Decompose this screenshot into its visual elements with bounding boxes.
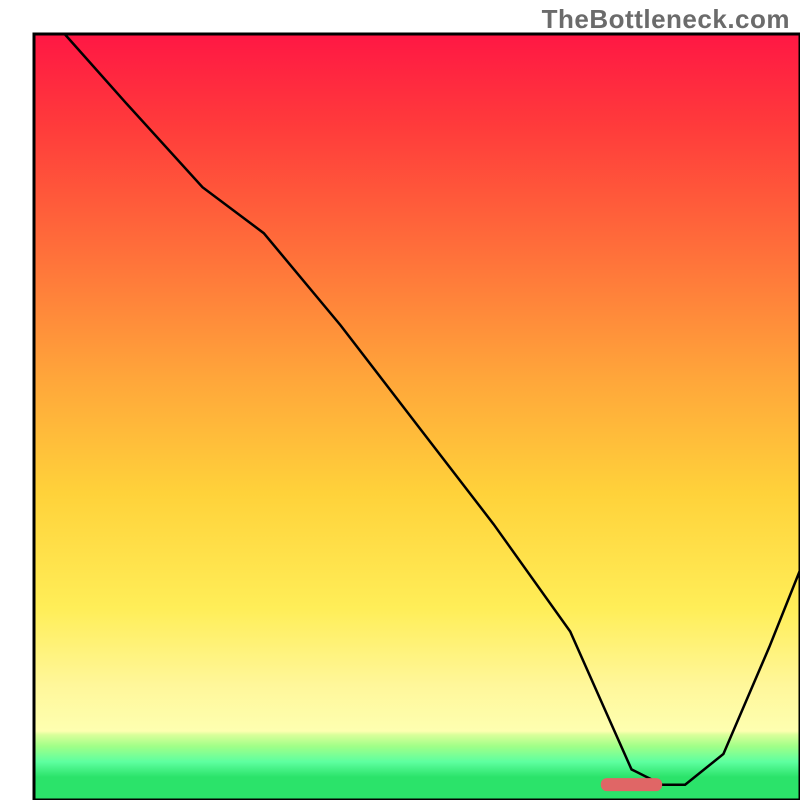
watermark-text: TheBottleneck.com bbox=[542, 4, 790, 35]
chart-svg bbox=[0, 0, 800, 800]
optimum-marker bbox=[601, 778, 662, 791]
plot-area bbox=[34, 34, 800, 800]
bottleneck-chart: TheBottleneck.com bbox=[0, 0, 800, 800]
